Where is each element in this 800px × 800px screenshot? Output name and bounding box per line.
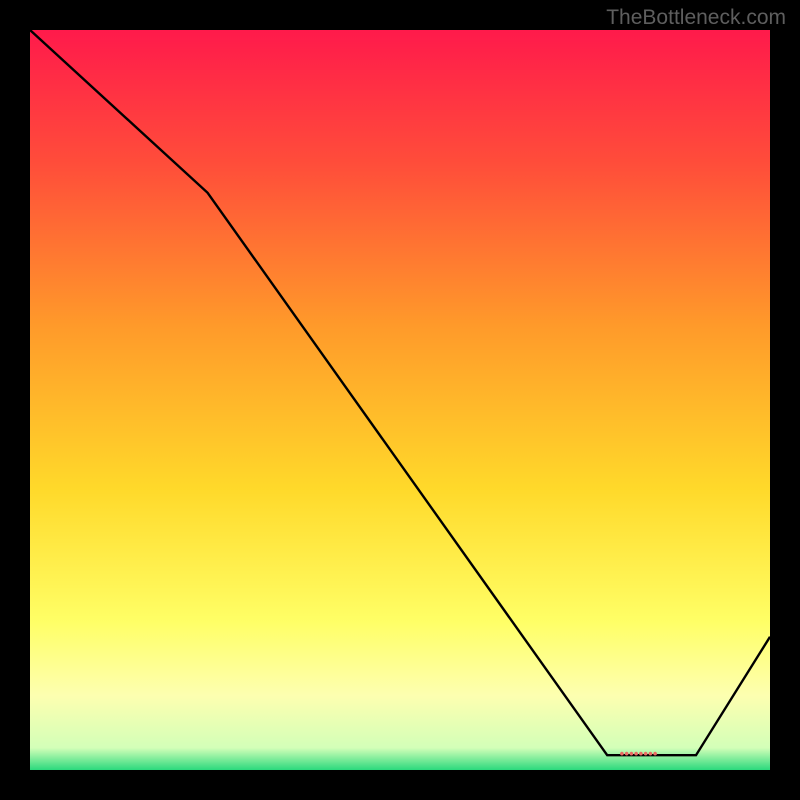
optimal-range-marker: •••••••• — [620, 746, 658, 761]
chart-container: TheBottleneck.com •••••••• — [0, 0, 800, 800]
gradient-background — [30, 30, 770, 770]
plot-area: •••••••• — [30, 30, 770, 770]
source-watermark: TheBottleneck.com — [606, 6, 786, 30]
chart-svg — [30, 30, 770, 770]
